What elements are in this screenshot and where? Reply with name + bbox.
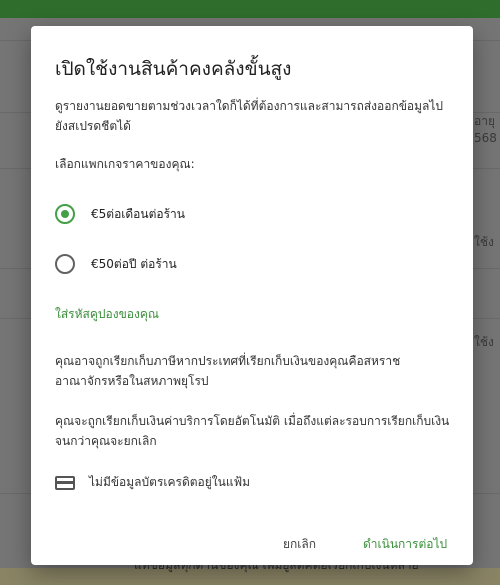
background-text: อายุ	[474, 114, 495, 128]
plan-option-yearly[interactable]: €50ต่อปี ต่อร้าน	[55, 253, 177, 275]
credit-card-icon	[55, 475, 75, 490]
continue-button[interactable]: ดำเนินการต่อไป	[357, 531, 453, 558]
tax-note: คุณอาจถูกเรียกเก็บภาษีหากประเทศที่เรียกเ…	[55, 354, 401, 388]
upgrade-dialog: เปิดใช้งานสินค้าคงคลังขั้นสูง ดูรายงานยอ…	[31, 26, 473, 565]
credit-card-text: ไม่มีข้อมูลบัตรเครดิตอยู่ในแฟ้ม	[89, 475, 250, 489]
background-text: 568	[474, 131, 497, 145]
dialog-title: เปิดใช้งานสินค้าคงคลังขั้นสูง	[55, 58, 292, 80]
radio-unselected-icon[interactable]	[55, 254, 75, 274]
plan-option-label: €5ต่อเดือนต่อร้าน	[91, 206, 185, 221]
background-text: ใช้ง	[474, 335, 494, 349]
app-top-bar	[0, 0, 500, 18]
coupon-code-link[interactable]: ใส่รหัสคูปองของคุณ	[55, 305, 159, 324]
billing-note: คุณจะถูกเรียกเก็บเงินค่าบริการโดยอัตโนมั…	[55, 414, 450, 448]
plan-option-label: €50ต่อปี ต่อร้าน	[91, 256, 177, 271]
background-text: ใช้ง	[474, 235, 494, 249]
radio-selected-icon[interactable]	[55, 204, 75, 224]
choose-plan-label: เลือกแพกเกจราคาของคุณ:	[55, 157, 195, 171]
dialog-description: ดูรายงานยอดขายตามช่วงเวลาใดก็ได้ที่ต้องก…	[55, 99, 444, 133]
credit-card-status: ไม่มีข้อมูลบัตรเครดิตอยู่ในแฟ้ม	[55, 473, 250, 492]
plan-option-monthly[interactable]: €5ต่อเดือนต่อร้าน	[55, 203, 185, 225]
cancel-button[interactable]: ยกเลิก	[277, 531, 322, 558]
